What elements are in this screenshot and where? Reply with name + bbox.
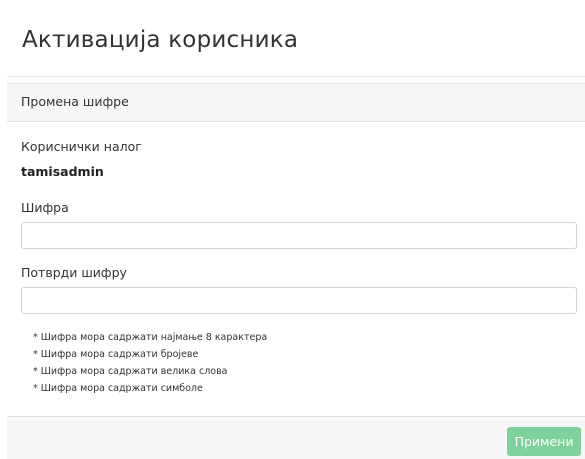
title-divider [7,76,585,77]
password-input[interactable] [21,222,577,249]
change-password-card: Промена шифре Кориснички налог tamisadmi… [7,83,585,459]
password-rule: * Шифра мора садржати најмање 8 карактер… [33,332,268,343]
card-header: Промена шифре [7,84,585,122]
card-header-title: Промена шифре [21,94,129,109]
confirm-password-label: Потврди шифру [21,265,127,280]
password-rule: * Шифра мора садржати велика слова [33,366,228,377]
password-rules-list: * Шифра мора садржати најмање 8 карактер… [33,329,267,397]
account-username: tamisadmin [21,164,104,179]
page-title: Активација корисника [22,27,299,53]
password-rule: * Шифра мора садржати бројеве [33,349,199,360]
apply-button[interactable]: Примени [507,427,581,456]
card-footer: Примени [7,416,585,459]
password-rule: * Шифра мора садржати симболе [33,383,203,394]
account-label: Кориснички налог [21,139,142,154]
password-label: Шифра [21,200,69,215]
confirm-password-input[interactable] [21,287,577,314]
